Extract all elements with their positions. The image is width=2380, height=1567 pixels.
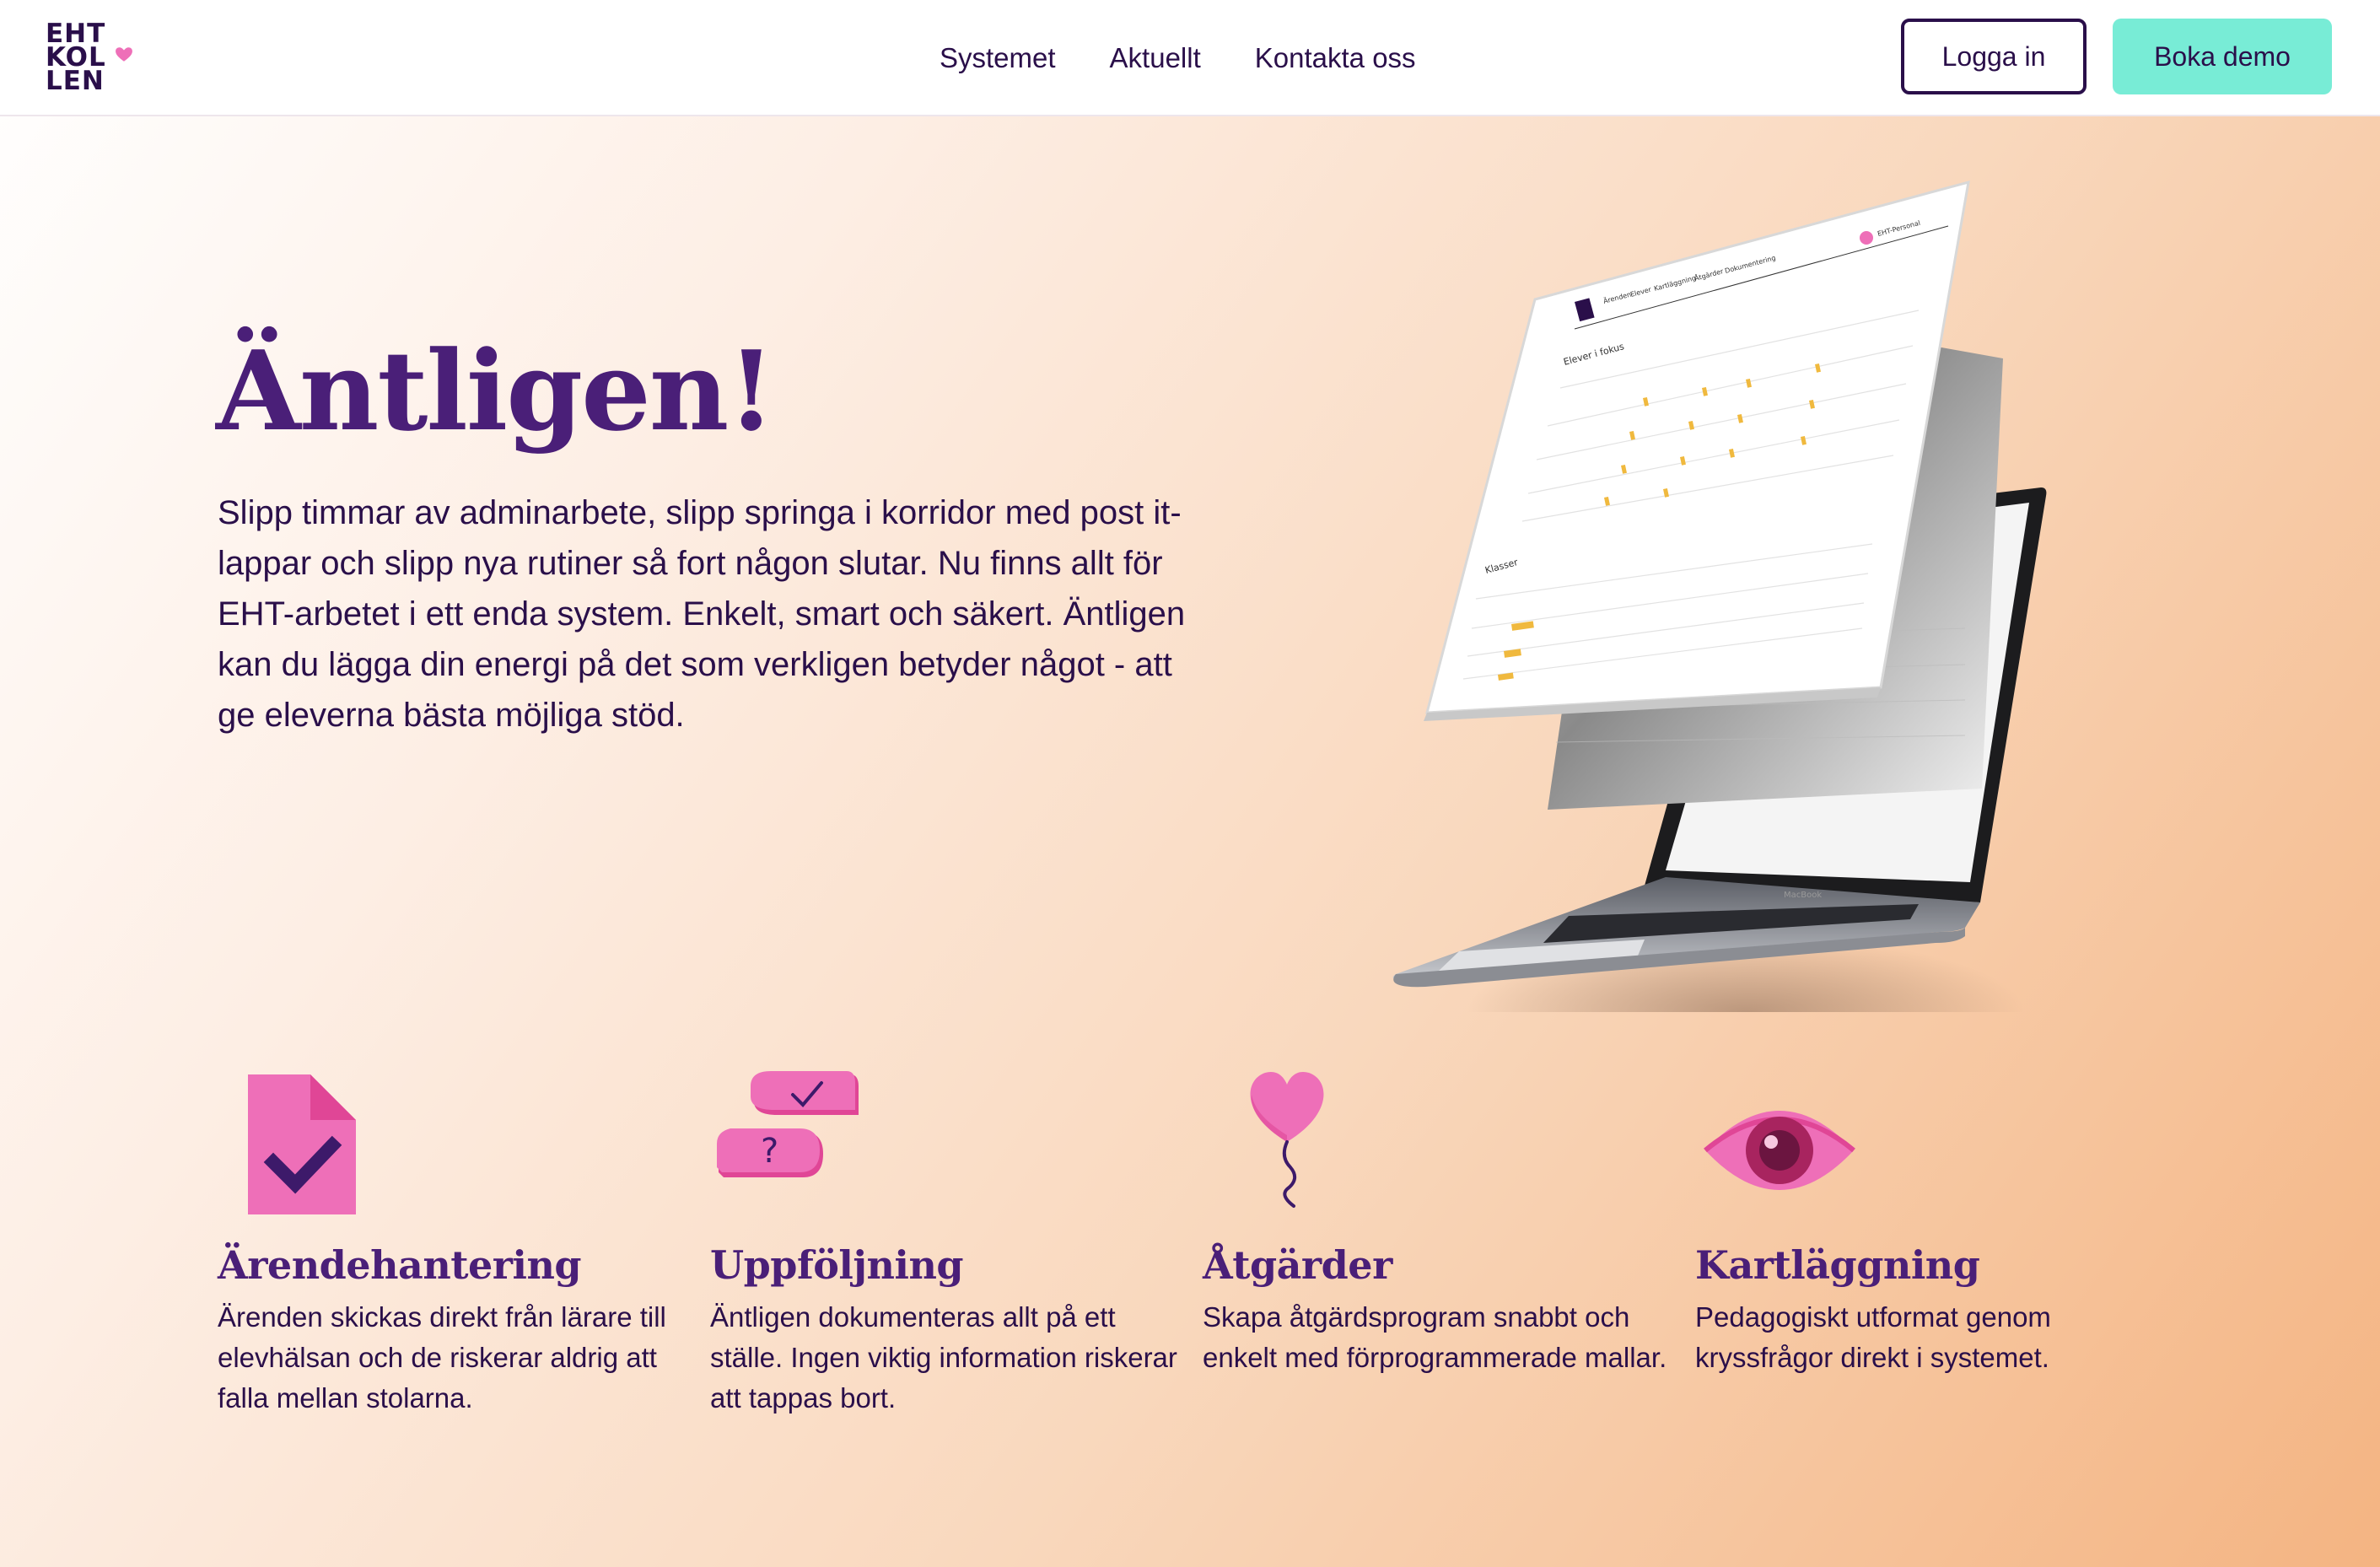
chat-bubbles-icon: ? xyxy=(717,1071,859,1177)
site-header: EHT KOL LEN Systemet Aktuellt Kontakta o… xyxy=(0,0,2380,116)
heart-balloon-icon xyxy=(1250,1071,1324,1208)
feature-title: Uppföljning xyxy=(710,1242,964,1288)
app-avatar xyxy=(1860,231,1873,245)
logo-line-3: LEN xyxy=(46,66,105,96)
feature-text: Skapa åtgärdsprogram snabbt och enkelt m… xyxy=(1203,1301,1667,1373)
logo-heart-icon xyxy=(116,47,132,62)
main-nav: Systemet Aktuellt Kontakta oss xyxy=(940,37,1416,79)
book-demo-button[interactable]: Boka demo xyxy=(2113,19,2332,94)
document-check-icon xyxy=(248,1074,356,1214)
feature-text: Äntligen dokumenteras allt på ett ställe… xyxy=(710,1301,1177,1414)
hero-text: Slipp timmar av adminarbete, slipp sprin… xyxy=(218,494,1186,734)
hero-title: Äntligen! xyxy=(216,326,775,455)
feature-title: Åtgärder xyxy=(1203,1242,1392,1288)
login-button[interactable]: Logga in xyxy=(1901,19,2087,94)
svg-text:?: ? xyxy=(761,1132,778,1171)
nav-systemet[interactable]: Systemet xyxy=(940,37,1056,79)
eye-icon xyxy=(1704,1111,1855,1190)
feature-title: Ärendehantering xyxy=(218,1242,582,1288)
laptop-brand: MacBook xyxy=(1784,891,1822,900)
product-illustration: MacBook Ärenden Elever Kartläggning Åtgä… xyxy=(1290,169,2066,1088)
nav-aktuellt[interactable]: Aktuellt xyxy=(1110,37,1201,79)
laptop-screens-illustration: MacBook Ärenden Elever Kartläggning Åtgä… xyxy=(1392,180,2047,1088)
feature-text: Pedagogiskt utformat genom kryssfrågor d… xyxy=(1695,1301,2051,1373)
feature-text: Ärenden skickas direkt från lärare till … xyxy=(218,1301,666,1414)
front-panel xyxy=(1425,180,1970,714)
logo[interactable]: EHT KOL LEN xyxy=(46,21,133,96)
feature-title: Kartläggning xyxy=(1695,1242,1980,1288)
nav-kontakta-oss[interactable]: Kontakta oss xyxy=(1255,37,1416,79)
